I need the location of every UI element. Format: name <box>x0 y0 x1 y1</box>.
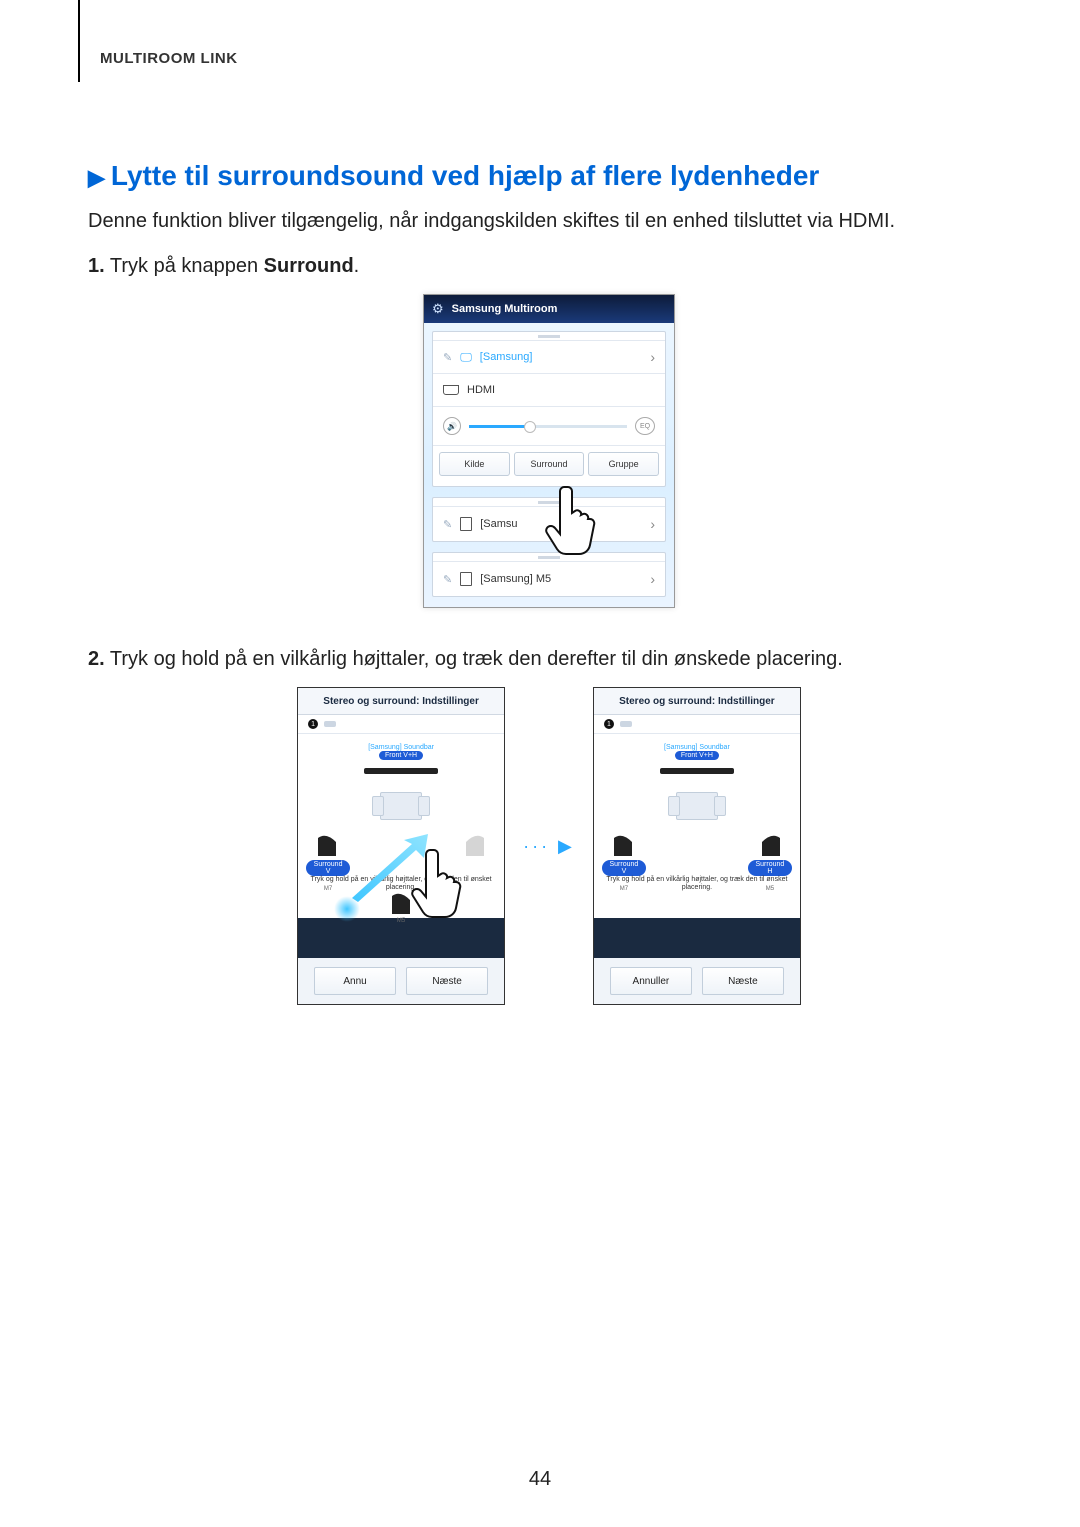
gear-icon[interactable]: ⚙ <box>432 301 444 317</box>
step-1-bold: Surround <box>264 255 354 277</box>
speaker-right-icon[interactable] <box>760 832 782 858</box>
touch-glow-icon <box>334 896 360 922</box>
step-indicator: 1 <box>594 715 800 734</box>
speaker-2-label: [Samsung] M5 <box>480 573 551 585</box>
speaker-left-icon[interactable] <box>612 832 634 858</box>
dialog-title: Stereo og surround: Indstillinger <box>298 688 504 715</box>
speaker-right-placeholder-icon[interactable] <box>464 832 486 858</box>
soundbar-label: [Samsung] Soundbar Front V+H <box>298 744 504 760</box>
soundbar-label: [Samsung] Soundbar Front V+H <box>594 744 800 760</box>
step-dot-1: 1 <box>308 719 318 729</box>
hdmi-icon <box>443 385 459 395</box>
step-2: 2. Tryk og hold på en vilkårlig højttale… <box>88 648 1010 671</box>
step-indicator: 1 <box>298 715 504 734</box>
device-row-brand[interactable]: ✎ 🖵 [Samsung] › <box>433 340 665 373</box>
surround-layout-stage[interactable]: [Samsung] Soundbar Front V+H Surround V … <box>594 734 800 918</box>
volume-icon[interactable]: 🔊 <box>443 417 461 435</box>
hdmi-label: HDMI <box>467 384 495 396</box>
drag-handle-icon[interactable] <box>433 553 665 561</box>
speaker-left-icon[interactable] <box>316 832 338 858</box>
intro-paragraph: Denne funktion bliver tilgængelig, når i… <box>88 210 1010 233</box>
front-badge: Front V+H <box>379 751 423 760</box>
step-dash <box>324 721 336 727</box>
step-1-text-b: . <box>354 255 360 277</box>
page-number: 44 <box>0 1468 1080 1491</box>
volume-row: 🔊 EQ <box>433 406 665 445</box>
pencil-icon[interactable]: ✎ <box>443 351 452 364</box>
sofa-icon <box>380 792 422 820</box>
next-button[interactable]: Næste <box>702 967 784 995</box>
step-dash <box>620 721 632 727</box>
speaker-dragging-icon[interactable] <box>390 890 412 916</box>
next-button[interactable]: Næste <box>406 967 488 995</box>
speaker-icon <box>460 572 472 586</box>
drag-hint-text: Tryk og hold på en vilkårlig højttaler, … <box>606 876 788 893</box>
section-label: MULTIROOM LINK <box>100 50 238 67</box>
group-button[interactable]: Gruppe <box>588 452 659 476</box>
speaker-row-2[interactable]: ✎ [Samsung] M5 › <box>433 561 665 596</box>
dialog-title: Stereo og surround: Indstillinger <box>594 688 800 715</box>
heading-text: Lytte til surroundsound ved hjælp af fle… <box>111 160 819 191</box>
soundbar-icon[interactable] <box>660 768 734 774</box>
step-2-number: 2. <box>88 648 105 670</box>
step-1: 1. Tryk på knappen Surround. <box>88 255 1010 278</box>
chevron-right-icon[interactable]: › <box>650 571 655 587</box>
device-brand: [Samsung] <box>480 351 533 363</box>
pencil-icon[interactable]: ✎ <box>443 573 452 586</box>
chevron-right-icon[interactable]: › <box>650 516 655 532</box>
step-1-number: 1. <box>88 255 105 277</box>
pencil-icon[interactable]: ✎ <box>443 518 452 531</box>
speaker-1-label: [Samsu <box>480 518 517 530</box>
step-dot-1: 1 <box>604 719 614 729</box>
soundbar-icon[interactable] <box>364 768 438 774</box>
cancel-button[interactable]: Annuller <box>610 967 692 995</box>
device-row-hdmi[interactable]: HDMI <box>433 373 665 406</box>
cancel-button[interactable]: Annu <box>314 967 396 995</box>
speaker-card-1: ✎ [Samsu › <box>432 497 666 542</box>
figure-2a-phone: Stereo og surround: Indstillinger 1 [Sam… <box>297 687 505 1005</box>
volume-thumb[interactable] <box>524 421 536 433</box>
speaker-row-1[interactable]: ✎ [Samsu › <box>433 506 665 541</box>
header-rule <box>78 0 80 82</box>
app-title: Samsung Multiroom <box>452 303 558 315</box>
surround-layout-stage[interactable]: [Samsung] Soundbar Front V+H Surround V … <box>298 734 504 918</box>
tv-icon: 🖵 <box>460 350 472 365</box>
eq-button[interactable]: EQ <box>635 417 655 435</box>
chevron-right-icon[interactable]: › <box>650 349 655 365</box>
drag-handle-icon[interactable] <box>433 498 665 506</box>
speaker-card-2: ✎ [Samsung] M5 › <box>432 552 666 597</box>
figure-2b-phone: Stereo og surround: Indstillinger 1 [Sam… <box>593 687 801 1005</box>
page-title: ▶Lytte til surroundsound ved hjælp af fl… <box>88 160 1010 192</box>
step-1-text-a: Tryk på knappen <box>105 255 264 277</box>
drag-arrow-icon <box>346 834 430 904</box>
device-card: ✎ 🖵 [Samsung] › HDMI 🔊 EQ <box>432 331 666 487</box>
speaker-icon <box>460 517 472 531</box>
surround-button[interactable]: Surround <box>514 452 585 476</box>
speaker-dragging-model: M5 <box>397 918 405 924</box>
step-2-text: Tryk og hold på en vilkårlig højttaler, … <box>105 648 843 670</box>
sofa-icon <box>676 792 718 820</box>
drag-handle-icon[interactable] <box>433 332 665 340</box>
source-button[interactable]: Kilde <box>439 452 510 476</box>
figure-1-phone: ⚙ Samsung Multiroom ✎ 🖵 [Samsung] › HDMI <box>423 294 675 608</box>
front-badge: Front V+H <box>675 751 719 760</box>
app-titlebar: ⚙ Samsung Multiroom <box>424 295 674 323</box>
heading-arrow-icon: ▶ <box>88 165 105 190</box>
sequence-arrow-icon: ··· ▶ <box>523 836 575 857</box>
volume-slider[interactable] <box>469 425 627 428</box>
